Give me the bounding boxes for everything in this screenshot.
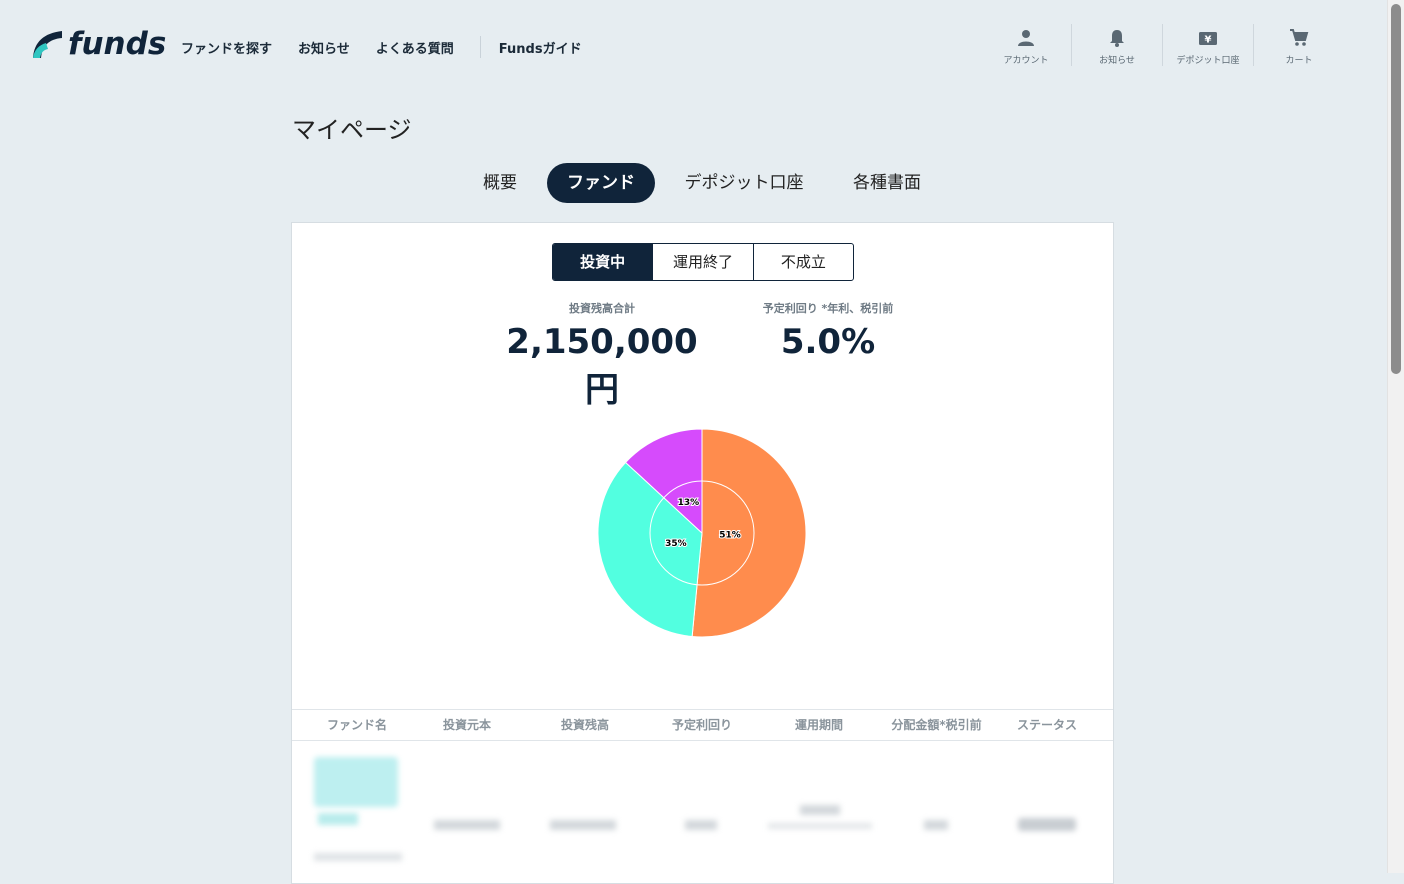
deposit-account-button[interactable]: ¥ デポジット口座 — [1162, 24, 1253, 66]
funds-card: 投資中 運用終了 不成立 投資残高合計 2,150,000円 予定利回り *年利… — [291, 222, 1114, 884]
site-header: funds ファンドを探す お知らせ よくある質問 Fundsガイド アカウント… — [0, 0, 1388, 90]
table-row[interactable] — [292, 743, 1113, 883]
nav-guide[interactable]: Fundsガイド — [499, 38, 582, 57]
funds-logo[interactable]: funds — [30, 28, 166, 60]
status-segment-control: 投資中 運用終了 不成立 — [552, 243, 854, 281]
yen-icon: ¥ — [1199, 32, 1217, 46]
total-balance-stat: 投資残高合計 2,150,000円 — [492, 300, 712, 411]
logo-text: funds — [68, 26, 167, 62]
cart-label: カート — [1285, 56, 1313, 66]
pie-label-1: 35% — [665, 539, 687, 549]
col-distribution: 分配金額*税引前 — [891, 718, 982, 732]
nav-news[interactable]: お知らせ — [298, 38, 350, 57]
fund-subtext-blurred — [314, 853, 402, 861]
page-title: マイページ — [292, 116, 412, 144]
tab-documents[interactable]: 各種書面 — [840, 163, 934, 203]
expected-yield-label: 予定利回り *年利、税引前 — [762, 302, 894, 315]
deposit-account-label: デポジット口座 — [1176, 56, 1240, 66]
account-button[interactable]: アカウント — [981, 24, 1071, 66]
svg-text:¥: ¥ — [1205, 35, 1212, 46]
table-header: ファンド名 投資元本 投資残高 予定利回り 運用期間 分配金額*税引前 ステータ… — [292, 709, 1113, 741]
nav-faq[interactable]: よくある質問 — [376, 38, 454, 57]
main-nav: ファンドを探す お知らせ よくある質問 Fundsガイド — [181, 36, 608, 58]
fund-thumbnail-blurred — [314, 757, 398, 807]
tab-deposit-account[interactable]: デポジット口座 — [674, 163, 814, 203]
pie-slice-0 — [691, 428, 807, 638]
balance-blurred — [550, 820, 616, 830]
fund-name-blurred — [318, 813, 358, 825]
header-icon-menu: アカウント お知らせ ¥ デポジット口座 カート — [981, 24, 1344, 66]
status-badge-blurred — [1018, 818, 1076, 831]
bell-icon — [1110, 30, 1124, 47]
period-blurred — [800, 805, 840, 815]
notifications-label: お知らせ — [1099, 56, 1135, 66]
col-status: ステータス — [1016, 718, 1077, 732]
yield-blurred — [685, 820, 717, 830]
tab-overview[interactable]: 概要 — [470, 163, 530, 203]
total-balance-label: 投資残高合計 — [569, 302, 635, 315]
col-fund-name: ファンド名 — [326, 718, 387, 732]
distribution-blurred — [924, 820, 948, 830]
person-icon — [1018, 30, 1034, 46]
col-principal: 投資元本 — [442, 718, 491, 732]
total-balance-value: 2,150,000円 — [506, 322, 698, 410]
expected-yield-value: 5.0% — [780, 322, 876, 362]
subtab-investing[interactable]: 投資中 — [553, 244, 653, 280]
col-balance: 投資残高 — [560, 718, 609, 732]
allocation-pie-chart: 51% 35% 13% — [597, 428, 807, 638]
principal-blurred — [434, 820, 500, 830]
scrollbar[interactable] — [1387, 0, 1404, 873]
cart-button[interactable]: カート — [1253, 24, 1344, 66]
subtab-unsuccessful[interactable]: 不成立 — [752, 244, 853, 280]
expected-yield-stat: 予定利回り *年利、税引前 5.0% — [728, 300, 928, 362]
pie-label-0: 51% — [719, 530, 741, 540]
period-sub-blurred — [768, 823, 872, 829]
tab-funds[interactable]: ファンド — [547, 163, 655, 203]
account-label: アカウント — [1003, 56, 1049, 66]
subtab-finished[interactable]: 運用終了 — [652, 244, 752, 280]
cart-icon — [1290, 29, 1309, 46]
notifications-button[interactable]: お知らせ — [1071, 24, 1162, 66]
logo-mark-icon — [33, 31, 62, 58]
nav-divider — [479, 36, 481, 58]
col-expected-yield: 予定利回り — [671, 718, 732, 732]
mypage-tabs: 概要 ファンド デポジット口座 各種書面 — [0, 163, 1404, 203]
nav-find-funds[interactable]: ファンドを探す — [181, 38, 272, 57]
col-period: 運用期間 — [794, 718, 843, 732]
pie-label-2: 13% — [678, 498, 700, 508]
